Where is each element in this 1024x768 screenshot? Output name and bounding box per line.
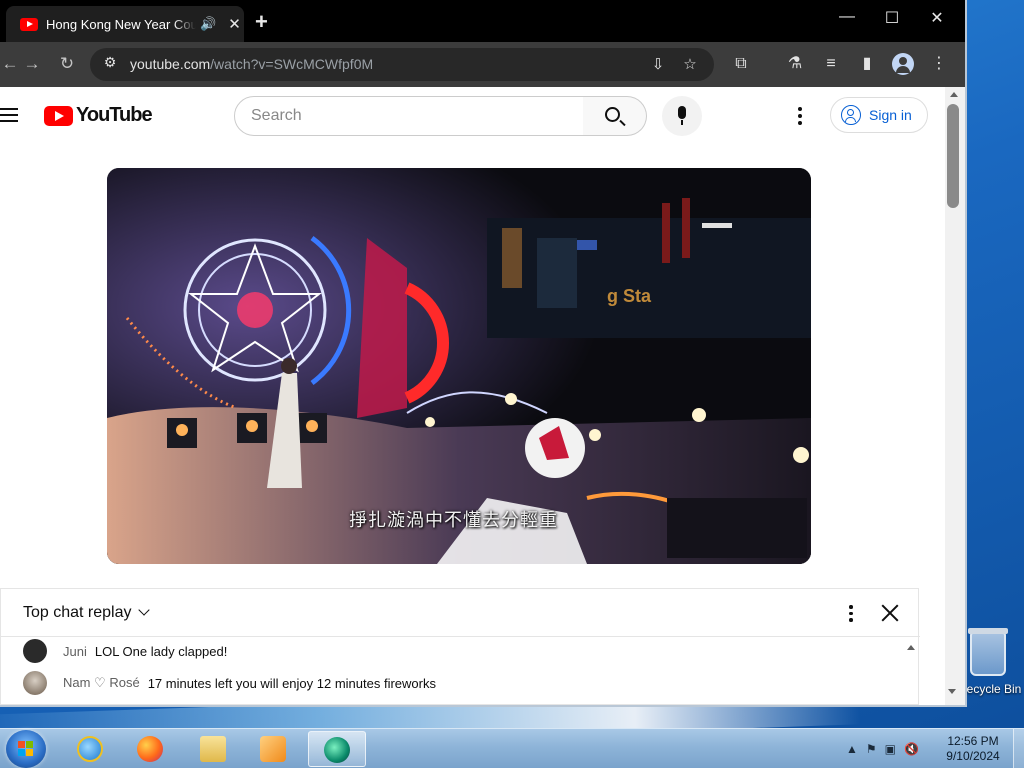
chat-text: LOL One lady clapped! <box>94 643 228 659</box>
clock-date: 9/10/2024 <box>946 749 1000 763</box>
clock-time: 12:56 PM <box>947 734 999 748</box>
youtube-logo-text: YouTube <box>76 104 153 126</box>
chrome-menu-icon[interactable]: ⋮ <box>927 52 951 76</box>
show-desktop-button[interactable] <box>1013 729 1024 768</box>
youtube-logo[interactable]: YouTube <box>44 104 153 127</box>
youtube-page: YouTube Sign in <box>0 87 945 705</box>
chat-menu-icon[interactable] <box>848 605 854 623</box>
start-button[interactable] <box>6 730 46 768</box>
guide-menu-icon[interactable] <box>0 108 18 122</box>
url-text[interactable]: youtube.com/watch?v=SWcMCWfpf0M <box>130 56 373 72</box>
reload-button[interactable]: ↻ <box>55 52 79 76</box>
internet-explorer-taskbar-button[interactable] <box>64 731 116 767</box>
search-icon <box>605 107 620 122</box>
media-player-taskbar-button[interactable] <box>247 731 299 767</box>
back-button[interactable]: ← <box>0 52 22 76</box>
page-scrollbar[interactable] <box>945 87 965 705</box>
youtube-play-icon <box>44 105 73 126</box>
recycle-bin-icon <box>968 628 1008 676</box>
chat-message: Juni LOL One lady clapped! <box>23 639 227 663</box>
volume-muted-icon[interactable]: 🔇 <box>904 742 919 756</box>
settings-menu-icon[interactable] <box>797 107 803 125</box>
browser-toolbar: ← → ↻ ⚙ youtube.com/watch?v=SWcMCWfpf0M … <box>0 42 965 87</box>
system-clock[interactable]: 12:56 PM 9/10/2024 <box>936 734 1010 764</box>
tab-title: Hong Kong New Year Countdown <box>46 16 196 32</box>
media-player-icon <box>260 736 286 762</box>
svg-text:g Sta: g Sta <box>607 286 652 306</box>
scroll-down-arrow[interactable] <box>948 689 956 694</box>
system-tray: ▲ ⚑ ▣ 🔇 <box>846 739 927 759</box>
firefox-icon <box>137 736 163 762</box>
url-host: youtube.com <box>130 56 211 72</box>
site-info-icon[interactable]: ⚙ <box>100 54 120 74</box>
active-app-taskbar-button[interactable] <box>308 731 366 767</box>
recycle-bin-label: Recycle Bin <box>958 682 1022 696</box>
install-app-icon[interactable]: ⇩ <box>647 54 669 76</box>
video-subtitle: 掙扎漩渦中不懂去分輕重 <box>349 510 558 531</box>
show-hidden-icons-arrow-icon[interactable]: ▲ <box>846 742 858 756</box>
file-explorer-taskbar-button[interactable] <box>187 731 239 767</box>
internet-explorer-icon <box>77 736 103 762</box>
avatar[interactable] <box>23 639 47 663</box>
browser-window: Hong Kong New Year Countdown 🔊 ✕ + — ☐ ✕… <box>0 0 967 707</box>
maximize-button[interactable]: ☐ <box>877 8 907 28</box>
url-path: /watch?v=SWcMCWfpf0M <box>210 56 374 72</box>
avatar[interactable] <box>23 671 47 695</box>
extensions-icon[interactable]: ⧉ <box>729 52 753 76</box>
new-tab-button[interactable]: + <box>255 9 268 35</box>
profile-icon[interactable] <box>892 53 914 75</box>
tab-close-button[interactable]: ✕ <box>228 15 241 33</box>
video-player[interactable]: g Sta 掙扎漩渦中不懂去分輕重 <box>107 168 811 564</box>
video-frame: g Sta <box>107 168 811 564</box>
search-input[interactable] <box>234 96 584 136</box>
microphone-icon <box>678 106 686 125</box>
minimize-button[interactable]: — <box>832 8 862 26</box>
firefox-taskbar-button[interactable] <box>124 731 176 767</box>
account-icon <box>841 105 861 125</box>
sign-in-label: Sign in <box>869 107 912 123</box>
taskbar: ▲ ⚑ ▣ 🔇 12:56 PM 9/10/2024 <box>0 728 1024 768</box>
voice-search-button[interactable] <box>662 96 702 136</box>
search-button[interactable] <box>583 96 647 136</box>
scrollbar-thumb[interactable] <box>947 104 959 208</box>
window-close-button[interactable]: ✕ <box>922 8 952 28</box>
close-icon[interactable] <box>879 602 901 624</box>
windows-logo-icon <box>18 741 34 757</box>
tab-strip: Hong Kong New Year Countdown 🔊 ✕ + — ☐ ✕ <box>0 0 965 42</box>
bookmark-star-icon[interactable]: ☆ <box>679 54 701 76</box>
youtube-favicon-icon <box>20 17 38 31</box>
side-panel-icon[interactable]: ▮ <box>855 52 879 76</box>
sign-in-button[interactable]: Sign in <box>830 97 928 133</box>
chevron-down-icon <box>137 604 150 616</box>
chat-panel: Top chat replay Juni LOL One lady clappe… <box>0 588 920 705</box>
action-center-flag-icon[interactable]: ⚑ <box>866 742 877 756</box>
chat-scroll-up-arrow[interactable] <box>907 645 915 650</box>
chat-author[interactable]: Nam ♡ Rosé <box>63 675 140 691</box>
folder-icon <box>200 736 226 762</box>
chat-message: Nam ♡ Rosé 17 minutes left you will enjo… <box>23 671 436 695</box>
chat-author[interactable]: Juni <box>63 644 87 659</box>
app-play-icon <box>324 737 350 763</box>
address-bar[interactable]: ⚙ youtube.com/watch?v=SWcMCWfpf0M ⇩ ☆ <box>90 48 714 81</box>
speaker-icon[interactable]: 🔊 <box>200 16 216 32</box>
chat-header: Top chat replay <box>1 589 920 637</box>
network-icon[interactable]: ▣ <box>885 742 896 756</box>
labs-flask-icon[interactable]: ⚗ <box>783 52 807 76</box>
media-control-icon[interactable]: ≡ <box>819 52 843 76</box>
chat-title: Top chat replay <box>23 604 132 621</box>
recycle-bin-shortcut[interactable]: Recycle Bin <box>958 628 1024 708</box>
forward-button[interactable]: → <box>20 52 44 76</box>
chat-text: 17 minutes left you will enjoy 12 minute… <box>147 675 436 691</box>
chat-mode-dropdown[interactable]: Top chat replay <box>23 604 150 622</box>
scroll-up-arrow[interactable] <box>950 92 958 97</box>
tab-youtube[interactable]: Hong Kong New Year Countdown 🔊 ✕ <box>6 6 244 42</box>
